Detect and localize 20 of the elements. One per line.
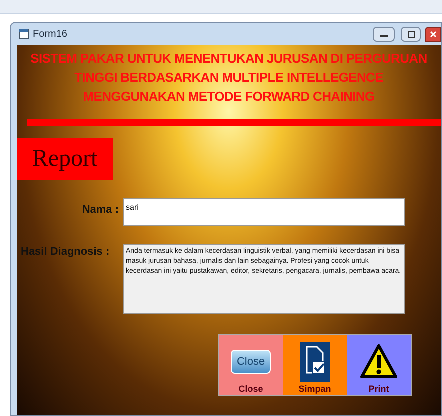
- close-action-button[interactable]: Close Close: [219, 335, 283, 395]
- maximize-icon: [408, 30, 414, 38]
- document-check-icon: [300, 342, 330, 382]
- maximize-button[interactable]: [401, 26, 421, 42]
- close-sign-icon: Close: [231, 350, 271, 374]
- form-icon: [19, 29, 29, 39]
- save-action-button[interactable]: Simpan: [283, 335, 347, 395]
- name-input[interactable]: sari: [123, 198, 405, 226]
- window-title: Form16: [33, 28, 68, 42]
- field-label: Nama :: [81, 203, 120, 218]
- heading-line: MENGGUNAKAN METODE FORWARD CHAINING: [83, 88, 375, 106]
- close-button[interactable]: [425, 26, 441, 42]
- minimize-button[interactable]: [373, 26, 395, 42]
- field-label: Hasil Diagnosis :: [20, 245, 111, 260]
- close-icon: [430, 30, 436, 38]
- heading-line: SISTEM PAKAR UNTUK MENENTUKAN JURUSAN DI PERGURUAN: [30, 50, 428, 68]
- print-action-button[interactable]: Print: [347, 335, 411, 395]
- warning-icon: [360, 343, 398, 381]
- report-label: Report: [17, 138, 113, 180]
- heading-line: TINGGI BERDASARKAN MULTIPLE INTELLEGENCE: [74, 69, 384, 87]
